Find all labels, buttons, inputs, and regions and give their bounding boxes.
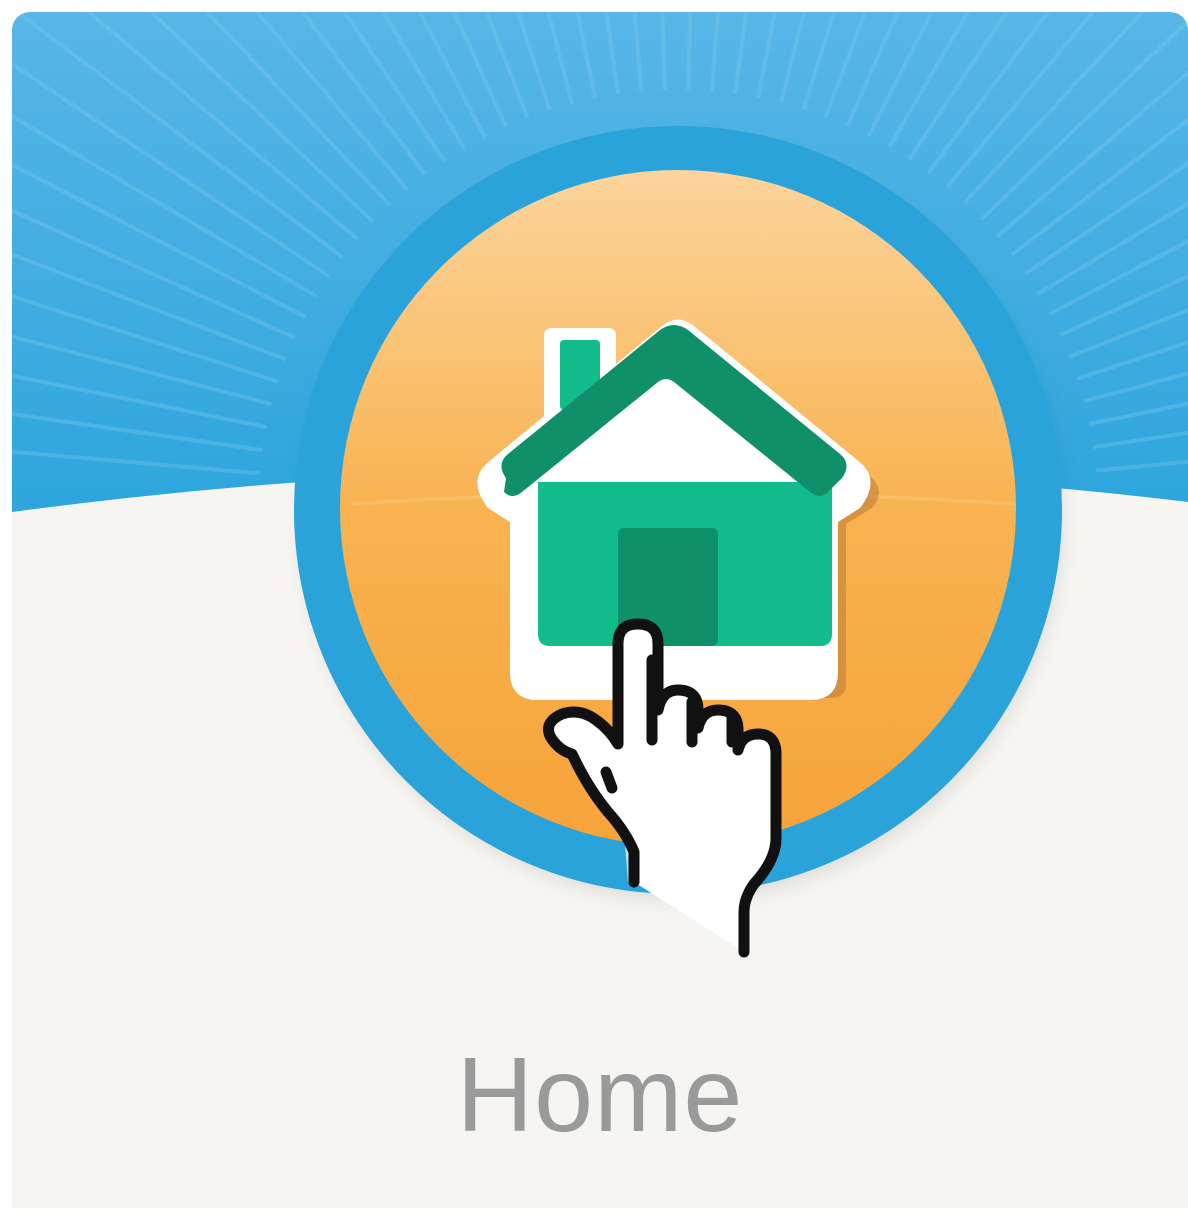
home-app-tile[interactable]: Home bbox=[12, 12, 1188, 1208]
tile-label: Home bbox=[456, 1036, 744, 1154]
tile-artwork bbox=[12, 12, 1188, 1208]
